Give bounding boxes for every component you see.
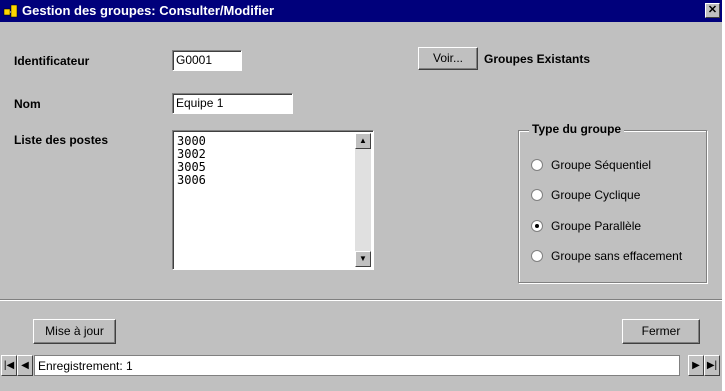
radio-button[interactable] (531, 220, 543, 232)
close-button[interactable]: ✕ (705, 3, 720, 18)
previous-record-icon[interactable]: ◀ (17, 355, 33, 376)
fermer-button[interactable]: Fermer (622, 319, 700, 344)
type-groupe-title: Type du groupe (529, 122, 625, 136)
list-item[interactable]: 3006 (177, 174, 206, 187)
radio-label: Groupe Séquentiel (551, 158, 652, 172)
listbox-scrollbar[interactable]: ▲ ▼ (355, 133, 371, 267)
record-navigator: |◀ ◀ Enregistrement: 1 ▶ ▶| (0, 355, 722, 377)
last-record-icon[interactable]: ▶| (704, 355, 720, 376)
close-icon: ✕ (707, 4, 718, 16)
separator-highlight (0, 300, 722, 301)
mise-a-jour-button[interactable]: Mise à jour (33, 319, 116, 344)
radio-selected-dot (535, 224, 539, 228)
dialog-window: Gestion des groupes: Consulter/Modifier … (0, 0, 722, 391)
scroll-up-icon[interactable]: ▲ (355, 133, 371, 149)
radio-label: Groupe Parallèle (551, 219, 642, 233)
identificateur-label: Identificateur (14, 54, 90, 68)
radio-button[interactable] (531, 250, 543, 262)
type-groupe-groupbox: Type du groupe Groupe Séquentiel Groupe … (518, 122, 707, 283)
first-record-icon[interactable]: |◀ (1, 355, 17, 376)
identificateur-field[interactable]: G0001 (172, 50, 242, 71)
liste-postes-listbox[interactable]: 3000 3002 3005 3006 ▲ ▼ (172, 130, 374, 270)
groupes-existants-label: Groupes Existants (484, 52, 591, 66)
radio-button[interactable] (531, 159, 543, 171)
radio-label: Groupe Cyclique (551, 188, 641, 202)
voir-button[interactable]: Voir... (418, 47, 478, 70)
listbox-items: 3000 3002 3005 3006 (177, 135, 206, 187)
radio-button[interactable] (531, 189, 543, 201)
liste-postes-label: Liste des postes (14, 133, 109, 147)
radio-label: Groupe sans effacement (551, 249, 683, 263)
app-icon (3, 4, 18, 18)
nom-field[interactable]: Equipe 1 (172, 93, 293, 114)
nom-label: Nom (14, 97, 41, 111)
title-bar[interactable]: Gestion des groupes: Consulter/Modifier … (0, 0, 722, 22)
next-record-icon[interactable]: ▶ (688, 355, 704, 376)
scroll-down-icon[interactable]: ▼ (355, 251, 371, 267)
record-status: Enregistrement: 1 (34, 355, 680, 376)
window-title: Gestion des groupes: Consulter/Modifier (22, 3, 275, 18)
